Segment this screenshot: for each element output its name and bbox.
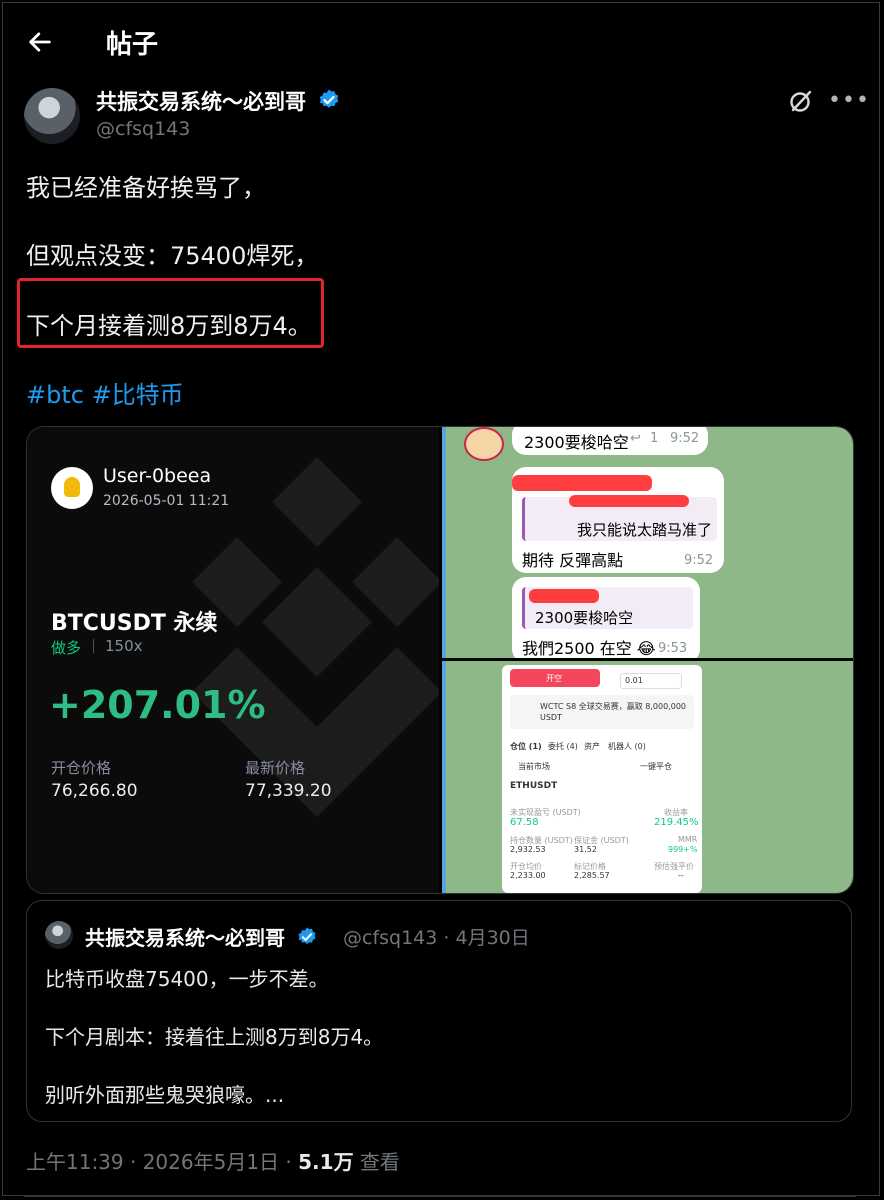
tab-assets: 资产	[584, 742, 600, 751]
more-options-icon[interactable]: •••	[828, 88, 870, 113]
chat-message: 我們2500 在空 😂	[522, 639, 656, 658]
reply-icon: ↩	[630, 431, 641, 446]
trading-pair: BTCUSDT 永续	[51, 611, 218, 636]
liq-label: 预估强平价	[654, 862, 694, 871]
divider	[93, 639, 94, 653]
tab-orders: 委托 (4)	[548, 742, 578, 751]
chat-screenshot[interactable]: 2300要梭哈空 ↩ 1 9:52 我只能说太踏马准了 期待 反彈高點 9:52…	[442, 427, 853, 658]
highlight-box	[17, 278, 324, 348]
author-name[interactable]: 共振交易系统～必到哥	[96, 86, 341, 116]
button-label: 开空	[546, 674, 562, 683]
redaction	[569, 495, 689, 507]
phone-screen: 开空 0.01 WCTC S8 全球交易赛，赢取 8,000,000 USDT …	[502, 665, 702, 893]
avatar[interactable]	[24, 88, 80, 144]
media-grid[interactable]: User-0beea 2026-05-01 11:21 BTCUSDT 永续 做…	[26, 426, 854, 894]
hashtags[interactable]: #btc #比特币	[26, 375, 184, 410]
redaction	[529, 589, 599, 603]
page-title: 帖子	[106, 30, 159, 60]
trade-share-card[interactable]: User-0beea 2026-05-01 11:21 BTCUSDT 永续 做…	[27, 427, 439, 893]
verified-badge-icon	[320, 89, 339, 108]
liq-value: --	[678, 871, 684, 880]
qty-field: 0.01	[620, 673, 682, 689]
chat-time: 9:53	[658, 641, 688, 656]
entry-value: 2,233.00	[510, 871, 546, 880]
close-all-button: 一键平仓	[640, 762, 672, 771]
chat-bubble-1: 2300要梭哈空 ↩ 1 9:52	[512, 427, 708, 455]
post-timestamp[interactable]: 上午11:39 · 2026年5月1日 ·	[26, 1150, 298, 1174]
last-price-value: 77,339.20	[245, 781, 332, 801]
quoted-text-line-1: 比特币收盘75400，一步不差。	[45, 967, 329, 991]
divider	[24, 1196, 856, 1197]
quoted-text-line-3: 别听外面那些鬼哭狼嚎。...	[45, 1083, 285, 1107]
back-arrow-icon[interactable]	[26, 28, 54, 56]
chat-time: 9:52	[684, 553, 714, 568]
margin-value: 31.52	[574, 845, 597, 854]
chat-bubble-3: 2300要梭哈空 我們2500 在空 😂 9:53	[512, 577, 700, 658]
quoted-handle-date: @cfsq143 · 4月30日	[343, 927, 530, 949]
quoted-text: 2300要梭哈空	[535, 609, 634, 627]
post-text-line-2: 但观点没变：75400焊死，	[26, 242, 319, 270]
chat-avatar	[464, 427, 504, 461]
open-price-value: 76,266.80	[51, 781, 138, 801]
mmr-label: MMR	[678, 835, 698, 844]
top-bar: 帖子	[0, 14, 884, 70]
leverage: 150x	[105, 637, 143, 655]
user-avatar	[51, 467, 93, 509]
qty-value: 0.01	[625, 676, 643, 685]
quoted-message: 我只能说太踏马准了	[522, 495, 717, 541]
roe-value: 219.45%	[654, 817, 699, 828]
quoted-text-line-2: 下个月剧本：接着往上测8万到8万4。	[45, 1025, 384, 1049]
promo-banner: WCTC S8 全球交易赛，赢取 8,000,000 USDT	[510, 695, 694, 729]
grok-icon[interactable]	[788, 88, 814, 114]
position-side: 做多	[51, 639, 82, 657]
tab-positions: 仓位 (1)	[510, 742, 542, 751]
card-date: 2026-05-01 11:21	[103, 493, 230, 509]
quoted-avatar	[45, 921, 73, 949]
divider	[442, 661, 446, 893]
reply-count: 1	[650, 431, 659, 446]
mmr-value: 999+%	[668, 845, 698, 854]
divider	[442, 427, 446, 658]
views-label: 查看	[353, 1150, 400, 1174]
filter-current: 当前市场	[518, 762, 550, 771]
open-short-button: 开空	[510, 669, 600, 687]
mark-value: 2,285.57	[574, 871, 610, 880]
tab-bots: 机器人 (0)	[608, 742, 646, 751]
redaction	[512, 475, 652, 491]
quoted-post[interactable]: 共振交易系统～必到哥 @cfsq143 · 4月30日 比特币收盘75400，一…	[26, 900, 852, 1122]
quoted-text: 我只能说太踏马准了	[577, 521, 713, 539]
verified-badge-icon	[298, 927, 316, 945]
pnl-value: 67.58	[510, 817, 539, 828]
chat-time: 9:52	[670, 431, 700, 446]
size-value: 2,932.53	[510, 845, 546, 854]
open-price-label: 开仓价格	[51, 759, 112, 777]
quoted-author-name: 共振交易系统～必到哥	[85, 922, 318, 951]
view-count: 5.1万	[298, 1150, 354, 1174]
chat-bubble-2: 我只能说太踏马准了 期待 反彈高點 9:52	[512, 467, 724, 573]
author-handle[interactable]: @cfsq143	[96, 118, 190, 140]
banner-text: WCTC S8 全球交易赛，赢取 8,000,000 USDT	[540, 702, 687, 722]
card-username: User-0beea	[103, 465, 212, 487]
quoted-message: 2300要梭哈空	[522, 587, 693, 629]
chat-message: 期待 反彈高點	[522, 551, 624, 570]
position-symbol: ETHUSDT	[510, 781, 558, 791]
last-price-label: 最新价格	[245, 759, 306, 777]
pnl-percent: +207.01%	[49, 683, 266, 727]
chat-message: 2300要梭哈空	[524, 433, 629, 452]
app-screenshot[interactable]: 开空 0.01 WCTC S8 全球交易赛，赢取 8,000,000 USDT …	[442, 661, 853, 893]
post-text-line-1: 我已经准备好挨骂了，	[26, 174, 266, 202]
post-meta: 上午11:39 · 2026年5月1日 · 5.1万 查看	[26, 1146, 400, 1175]
